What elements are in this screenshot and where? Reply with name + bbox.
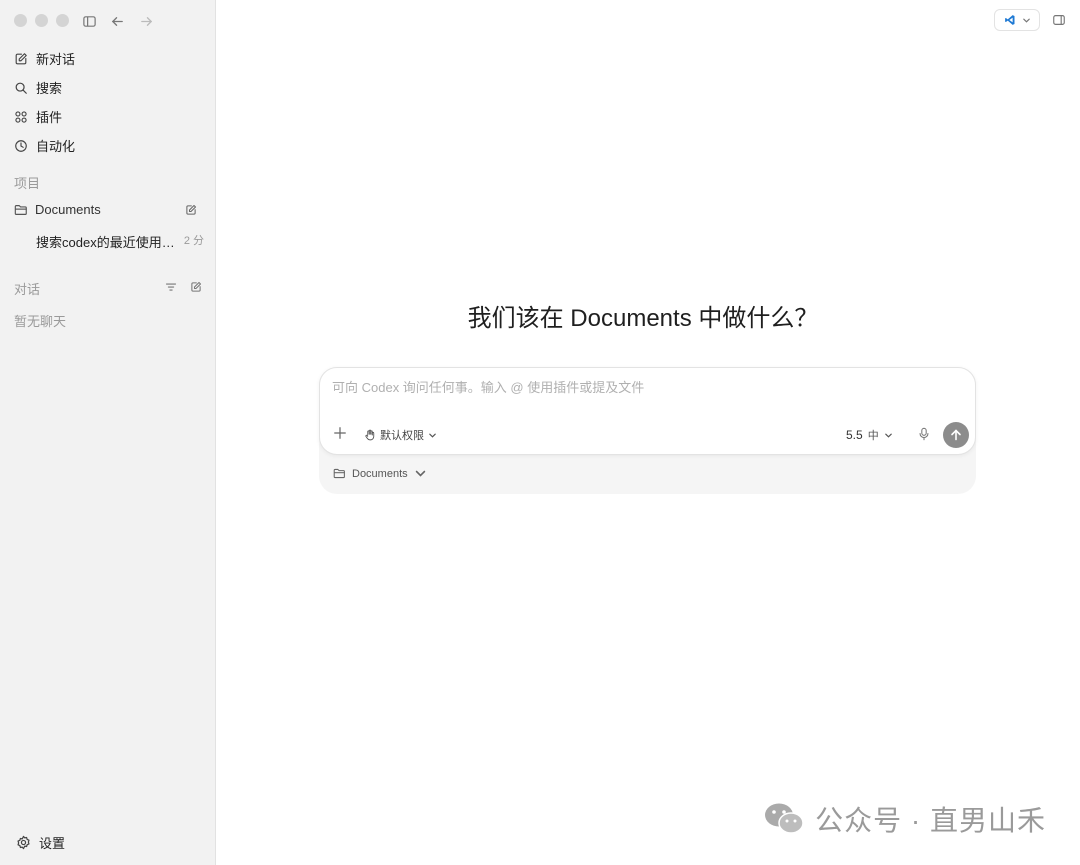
microphone-icon[interactable] bbox=[918, 427, 930, 441]
chevron-down-icon bbox=[1022, 18, 1030, 23]
search-icon bbox=[15, 82, 27, 94]
page-title: 我们该在 Documents 中做什么？ bbox=[467, 305, 819, 332]
filter-icon[interactable] bbox=[165, 281, 177, 293]
prompt-input[interactable] bbox=[332, 380, 952, 395]
folder-icon bbox=[333, 468, 345, 479]
chats-section-label: 对话 bbox=[14, 282, 41, 297]
hand-icon bbox=[365, 429, 375, 441]
composer-container: 默认权限 5.5 中 Documents bbox=[319, 367, 976, 494]
folder-open-icon bbox=[14, 204, 27, 215]
toggle-sidebar-icon[interactable] bbox=[80, 12, 98, 30]
thread-item[interactable]: 搜索codex的最近使用… 2 分 bbox=[36, 232, 204, 251]
gear-icon bbox=[17, 835, 30, 850]
chevron-down-icon bbox=[884, 433, 892, 438]
minimize-window-button[interactable] bbox=[35, 14, 48, 27]
wechat-icon bbox=[765, 803, 804, 834]
window-controls bbox=[14, 14, 69, 27]
folder-selector[interactable]: Documents bbox=[333, 467, 427, 480]
thread-time: 2 分 bbox=[183, 235, 204, 247]
projects-section-label: 项目 bbox=[14, 176, 41, 191]
sidebar-item-search[interactable]: 搜索 bbox=[14, 73, 204, 102]
empty-chats-text: 暂无聊天 bbox=[14, 314, 67, 329]
model-dropdown[interactable]: 5.5 中 bbox=[846, 427, 893, 443]
sidebar-item-label: 搜索 bbox=[36, 81, 63, 96]
new-thread-in-project-icon[interactable] bbox=[185, 204, 197, 216]
close-window-button[interactable] bbox=[14, 14, 27, 27]
folder-name: Documents bbox=[352, 467, 408, 480]
send-button[interactable] bbox=[943, 422, 969, 448]
open-in-editor-button[interactable] bbox=[994, 9, 1040, 31]
vscode-icon bbox=[1004, 15, 1014, 25]
reasoning-effort: 中 bbox=[867, 430, 879, 442]
sidebar-item-new-chat[interactable]: 新对话 bbox=[14, 44, 204, 73]
forward-arrow-icon[interactable] bbox=[137, 12, 155, 30]
toggle-right-panel-icon[interactable] bbox=[1052, 13, 1066, 27]
watermark: 公众号 · 直男山禾 bbox=[763, 799, 1046, 839]
chevron-down-icon bbox=[415, 470, 425, 477]
new-chat-icon[interactable] bbox=[190, 281, 202, 293]
sidebar: 新对话 搜索 插件 自动化 项目 Documents 搜索codex的最近使用…… bbox=[0, 0, 216, 865]
clock-icon bbox=[15, 139, 27, 152]
zoom-window-button[interactable] bbox=[56, 14, 69, 27]
model-version: 5.5 bbox=[846, 428, 863, 442]
permission-dropdown[interactable]: 默认权限 bbox=[364, 427, 437, 443]
edit-icon bbox=[15, 52, 27, 64]
main-panel: 我们该在 Documents 中做什么？ 默认权限 5.5 中 Document… bbox=[216, 0, 1080, 865]
sidebar-item-automation[interactable]: 自动化 bbox=[14, 131, 204, 160]
settings-button[interactable]: 设置 bbox=[16, 833, 65, 852]
composer: 默认权限 5.5 中 bbox=[319, 367, 976, 455]
sidebar-item-label: 自动化 bbox=[36, 139, 76, 154]
sidebar-item-label: 插件 bbox=[36, 110, 63, 125]
project-name: Documents bbox=[35, 202, 101, 217]
sidebar-item-plugins[interactable]: 插件 bbox=[14, 102, 204, 131]
watermark-text: 公众号 · 直男山禾 bbox=[815, 805, 1046, 836]
thread-title: 搜索codex的最近使用… bbox=[36, 235, 175, 250]
add-attachment-icon[interactable] bbox=[333, 426, 347, 440]
sidebar-item-label: 新对话 bbox=[36, 52, 76, 67]
back-arrow-icon[interactable] bbox=[108, 12, 126, 30]
chevron-down-icon bbox=[429, 433, 436, 438]
permission-label: 默认权限 bbox=[380, 430, 424, 442]
arrow-up-icon bbox=[951, 429, 961, 441]
project-item-documents[interactable]: Documents bbox=[14, 202, 204, 217]
plugins-icon bbox=[15, 110, 27, 123]
sidebar-nav: 新对话 搜索 插件 自动化 bbox=[14, 44, 204, 160]
settings-label: 设置 bbox=[39, 836, 66, 851]
